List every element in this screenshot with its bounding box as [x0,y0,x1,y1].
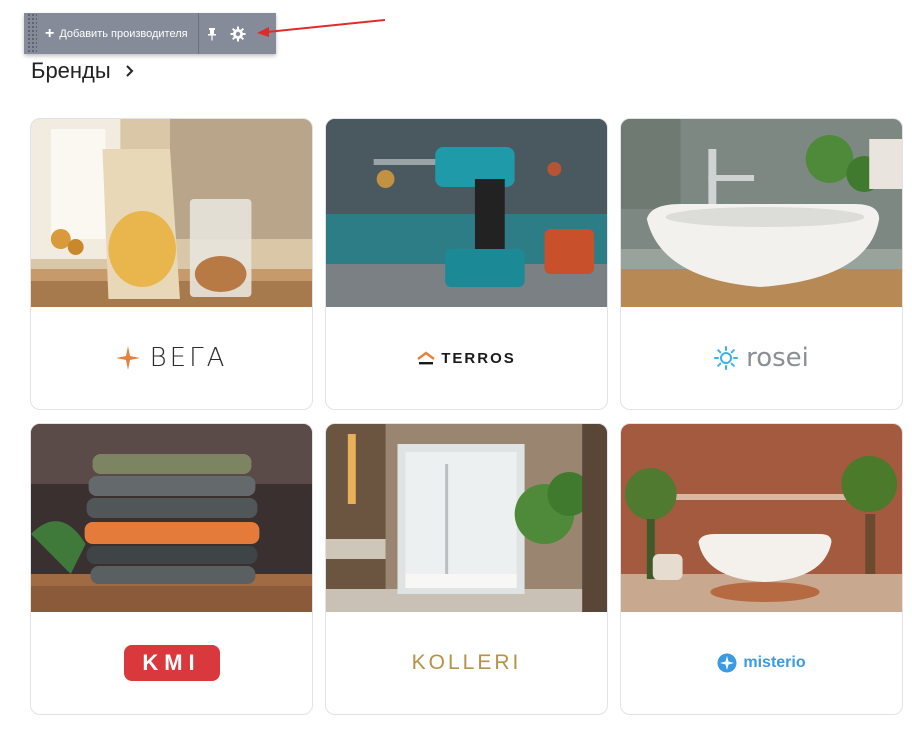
brand-card-kolleri[interactable]: KOLLERI [325,423,608,715]
star-icon [115,346,140,370]
add-manufacturer-label: Добавить производителя [59,27,188,40]
brand-logo-misterio: misterio [717,653,806,673]
pin-icon [207,27,216,40]
drag-handle[interactable] [27,13,37,54]
brand-name: KMI [142,650,201,675]
brand-logo-area: TERROS [326,307,607,409]
brand-logo-rosei: rosei [714,343,809,373]
brand-logo-terros: TERROS [417,350,516,367]
plus-icon: + [45,24,55,42]
settings-button[interactable] [225,13,251,54]
brand-logo-area: misterio [621,612,902,714]
brands-grid: ВЕГА TERROS rosei KMI KOLLERI misterio [30,118,903,715]
gear-icon [230,26,246,41]
add-manufacturer-button[interactable]: + Добавить производителя [37,13,199,54]
page-title: Бренды [31,58,111,83]
brand-name: KOLLERI [411,651,522,674]
brand-logo-area: ВЕГА [31,307,312,409]
brand-logo-area: rosei [621,307,902,409]
brand-card-kmi[interactable]: KMI [30,423,313,715]
brand-name: misterio [743,654,806,671]
shower-cabin-photo [326,424,607,612]
brand-name: rosei [746,343,809,373]
brand-name: TERROS [441,349,516,367]
brand-logo-area: KOLLERI [326,612,607,714]
chevron-right-icon [126,65,134,77]
brand-logo-kmi: KMI [123,645,220,681]
cordless-drill-photo [326,119,607,307]
pin-button[interactable] [199,13,225,54]
brands-heading-link[interactable]: Бренды [31,58,135,84]
folded-clothes-photo [31,424,312,612]
brand-logo-area: KMI [31,612,312,714]
brand-card-misterio[interactable]: misterio [620,423,903,715]
brand-card-vega[interactable]: ВЕГА [30,118,313,410]
brand-card-terros[interactable]: TERROS [325,118,608,410]
compass-star-icon [717,653,737,673]
annotation-arrow [257,19,386,37]
bathtub-room-photo [621,424,902,612]
bathroom-sink-photo [621,119,902,307]
brand-logo-kolleri: KOLLERI [412,651,522,675]
house-roof-icon [417,351,435,365]
admin-toolbar: + Добавить производителя [24,13,276,54]
brand-card-rosei[interactable]: rosei [620,118,903,410]
food-packages-photo [31,119,312,307]
brand-logo-vega: ВЕГА [115,343,228,373]
sun-icon [714,346,739,370]
brand-name: ВЕГА [149,343,228,373]
